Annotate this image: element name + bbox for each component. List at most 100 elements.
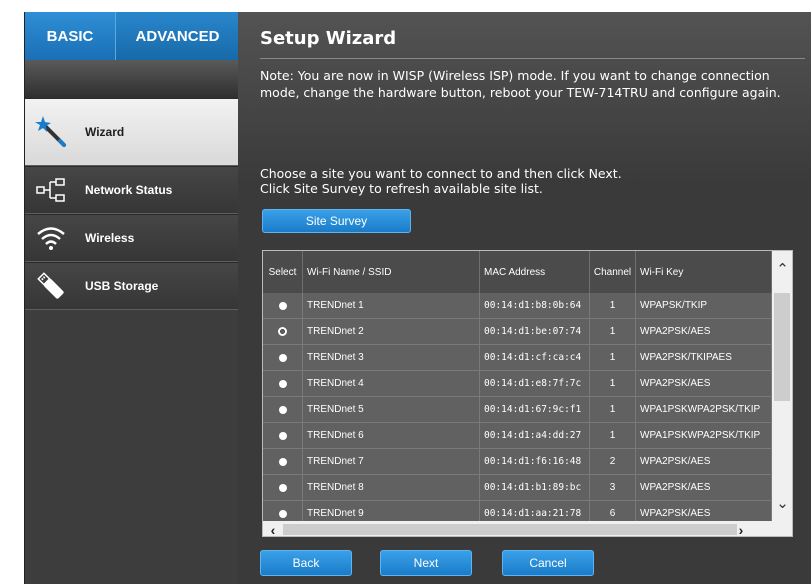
mac-cell: 00:14:d1:b1:89:bc [480,475,590,500]
instructions: Choose a site you want to connect to and… [260,166,800,196]
select-radio[interactable] [278,379,287,388]
scroll-left-icon[interactable]: ‹ [265,521,281,537]
network-tree-icon [25,167,77,213]
page-title: Setup Wizard [260,28,397,49]
ssid-cell: TRENDnet 4 [303,371,480,396]
table-row[interactable]: TRENDnet 6 00:14:d1:a4:dd:27 1 WPA1PSKWPA2P… [263,423,772,449]
mac-cell: 00:14:d1:be:07:74 [480,319,590,344]
back-button[interactable]: Back [260,550,352,576]
ssid-cell: TRENDnet 1 [303,293,480,318]
select-radio[interactable] [278,301,287,310]
tab-advanced[interactable]: ADVANCED [115,12,239,60]
next-button[interactable]: Next [380,550,472,576]
table-row[interactable]: TRENDnet 8 00:14:d1:b1:89:bc 3 WPA2PSK/AES [263,475,772,501]
wifi-key-cell: WPA1PSKWPA2PSK/TKIP [636,423,772,448]
usb-icon [25,263,77,309]
horizontal-scroll-thumb[interactable] [283,524,737,535]
wifi-key-cell: WPA2PSK/AES [636,319,772,344]
wifi-key-cell: WPA2PSK/AES [636,371,772,396]
sidebar-item-network-status[interactable]: Network Status [25,166,239,214]
scroll-down-icon[interactable]: ⌄ [772,485,792,521]
mac-cell: 00:14:d1:cf:ca:c4 [480,345,590,370]
select-radio[interactable] [278,509,287,518]
select-cell [263,371,303,396]
column-header-select: Select [263,251,303,293]
select-radio[interactable] [278,483,287,492]
sidebar-item-label: USB Storage [85,279,159,293]
cancel-button[interactable]: Cancel [502,550,594,576]
channel-cell: 1 [590,397,636,422]
mac-cell: 00:14:d1:67:9c:f1 [480,397,590,422]
ssid-cell: TRENDnet 2 [303,319,480,344]
column-header-wifi-key: Wi-Fi Key [636,251,772,293]
sidebar-item-label: Network Status [85,183,173,197]
mac-cell: 00:14:d1:e8:7f:7c [480,371,590,396]
wifi-key-cell: WPA2PSK/TKIPAES [636,345,772,370]
column-header-channel: Channel [590,251,636,293]
table-row[interactable]: TRENDnet 3 00:14:d1:cf:ca:c4 1 WPA2PSK/TKIP… [263,345,772,371]
site-survey-button[interactable]: Site Survey [262,209,411,233]
mac-cell: 00:14:d1:a4:dd:27 [480,423,590,448]
select-cell [263,293,303,318]
ssid-cell: TRENDnet 8 [303,475,480,500]
column-header-mac: MAC Address [480,251,590,293]
sidebar-item-usb-storage[interactable]: USB Storage [25,262,239,310]
title-divider [260,58,805,59]
sidebar-item-wizard[interactable]: Wizard [25,98,252,167]
column-header-ssid: Wi-Fi Name / SSID [303,251,480,293]
vertical-scroll-thumb[interactable] [774,293,790,401]
wifi-key-cell: WPAPSK/TKIP [636,293,772,318]
mode-tabs: BASIC ADVANCED [25,12,239,70]
channel-cell: 1 [590,293,636,318]
router-admin-page: BASIC ADVANCED Wizard Network Status Wir… [0,0,811,584]
channel-cell: 1 [590,345,636,370]
channel-cell: 1 [590,319,636,344]
sidebar-item-label: Wireless [85,231,135,245]
sidebar: BASIC ADVANCED Wizard Network Status Wir… [24,12,252,584]
mode-note: Note: You are now in WISP (Wireless ISP)… [260,68,781,100]
channel-cell: 2 [590,449,636,474]
wand-icon [25,99,77,165]
mac-cell: 00:14:d1:b8:0b:64 [480,293,590,318]
table-row[interactable]: TRENDnet 4 00:14:d1:e8:7f:7c 1 WPA2PSK/AES [263,371,772,397]
channel-cell: 1 [590,423,636,448]
instruction-line-2: Click Site Survey to refresh available s… [260,181,543,196]
channel-cell: 1 [590,371,636,396]
table-row[interactable]: TRENDnet 1 00:14:d1:b8:0b:64 1 WPAPSK/TKIP [263,293,772,319]
sidebar-item-wireless[interactable]: Wireless [25,214,239,262]
select-cell [263,423,303,448]
select-cell [263,397,303,422]
scroll-up-icon[interactable]: ⌃ [772,251,792,287]
sidebar-item-label: Wizard [85,125,125,139]
ssid-cell: TRENDnet 7 [303,449,480,474]
select-radio[interactable] [278,353,287,362]
site-list-table: Select Wi-Fi Name / SSID MAC Address Cha… [262,250,793,537]
channel-cell: 3 [590,475,636,500]
instruction-line-1: Choose a site you want to connect to and… [260,166,622,181]
table-row[interactable]: TRENDnet 5 00:14:d1:67:9c:f1 1 WPA1PSKWPA2P… [263,397,772,423]
select-radio[interactable] [278,405,287,414]
select-cell [263,449,303,474]
select-radio[interactable] [278,431,287,440]
wifi-icon [25,215,77,261]
wifi-key-cell: WPA2PSK/AES [636,475,772,500]
scroll-right-icon[interactable]: › [733,521,749,537]
select-radio[interactable] [278,327,287,336]
main-panel: Setup Wizard Note: You are now in WISP (… [238,12,811,584]
wifi-key-cell: WPA1PSKWPA2PSK/TKIP [636,397,772,422]
select-cell [263,475,303,500]
tab-basic[interactable]: BASIC [25,12,115,70]
select-cell [263,319,303,344]
table-row[interactable]: TRENDnet 2 00:14:d1:be:07:74 1 WPA2PSK/AES [263,319,772,345]
select-cell [263,345,303,370]
sidebar-spacer [25,60,239,98]
select-radio[interactable] [278,457,287,466]
vertical-scrollbar[interactable]: ⌃ ⌄ [772,251,792,521]
table-row[interactable]: TRENDnet 7 00:14:d1:f6:16:48 2 WPA2PSK/AES [263,449,772,475]
wifi-key-cell: WPA2PSK/AES [636,449,772,474]
horizontal-scrollbar[interactable]: ‹ › [263,521,792,537]
ssid-cell: TRENDnet 3 [303,345,480,370]
ssid-cell: TRENDnet 6 [303,423,480,448]
mac-cell: 00:14:d1:f6:16:48 [480,449,590,474]
table-header: Select Wi-Fi Name / SSID MAC Address Cha… [263,251,772,293]
